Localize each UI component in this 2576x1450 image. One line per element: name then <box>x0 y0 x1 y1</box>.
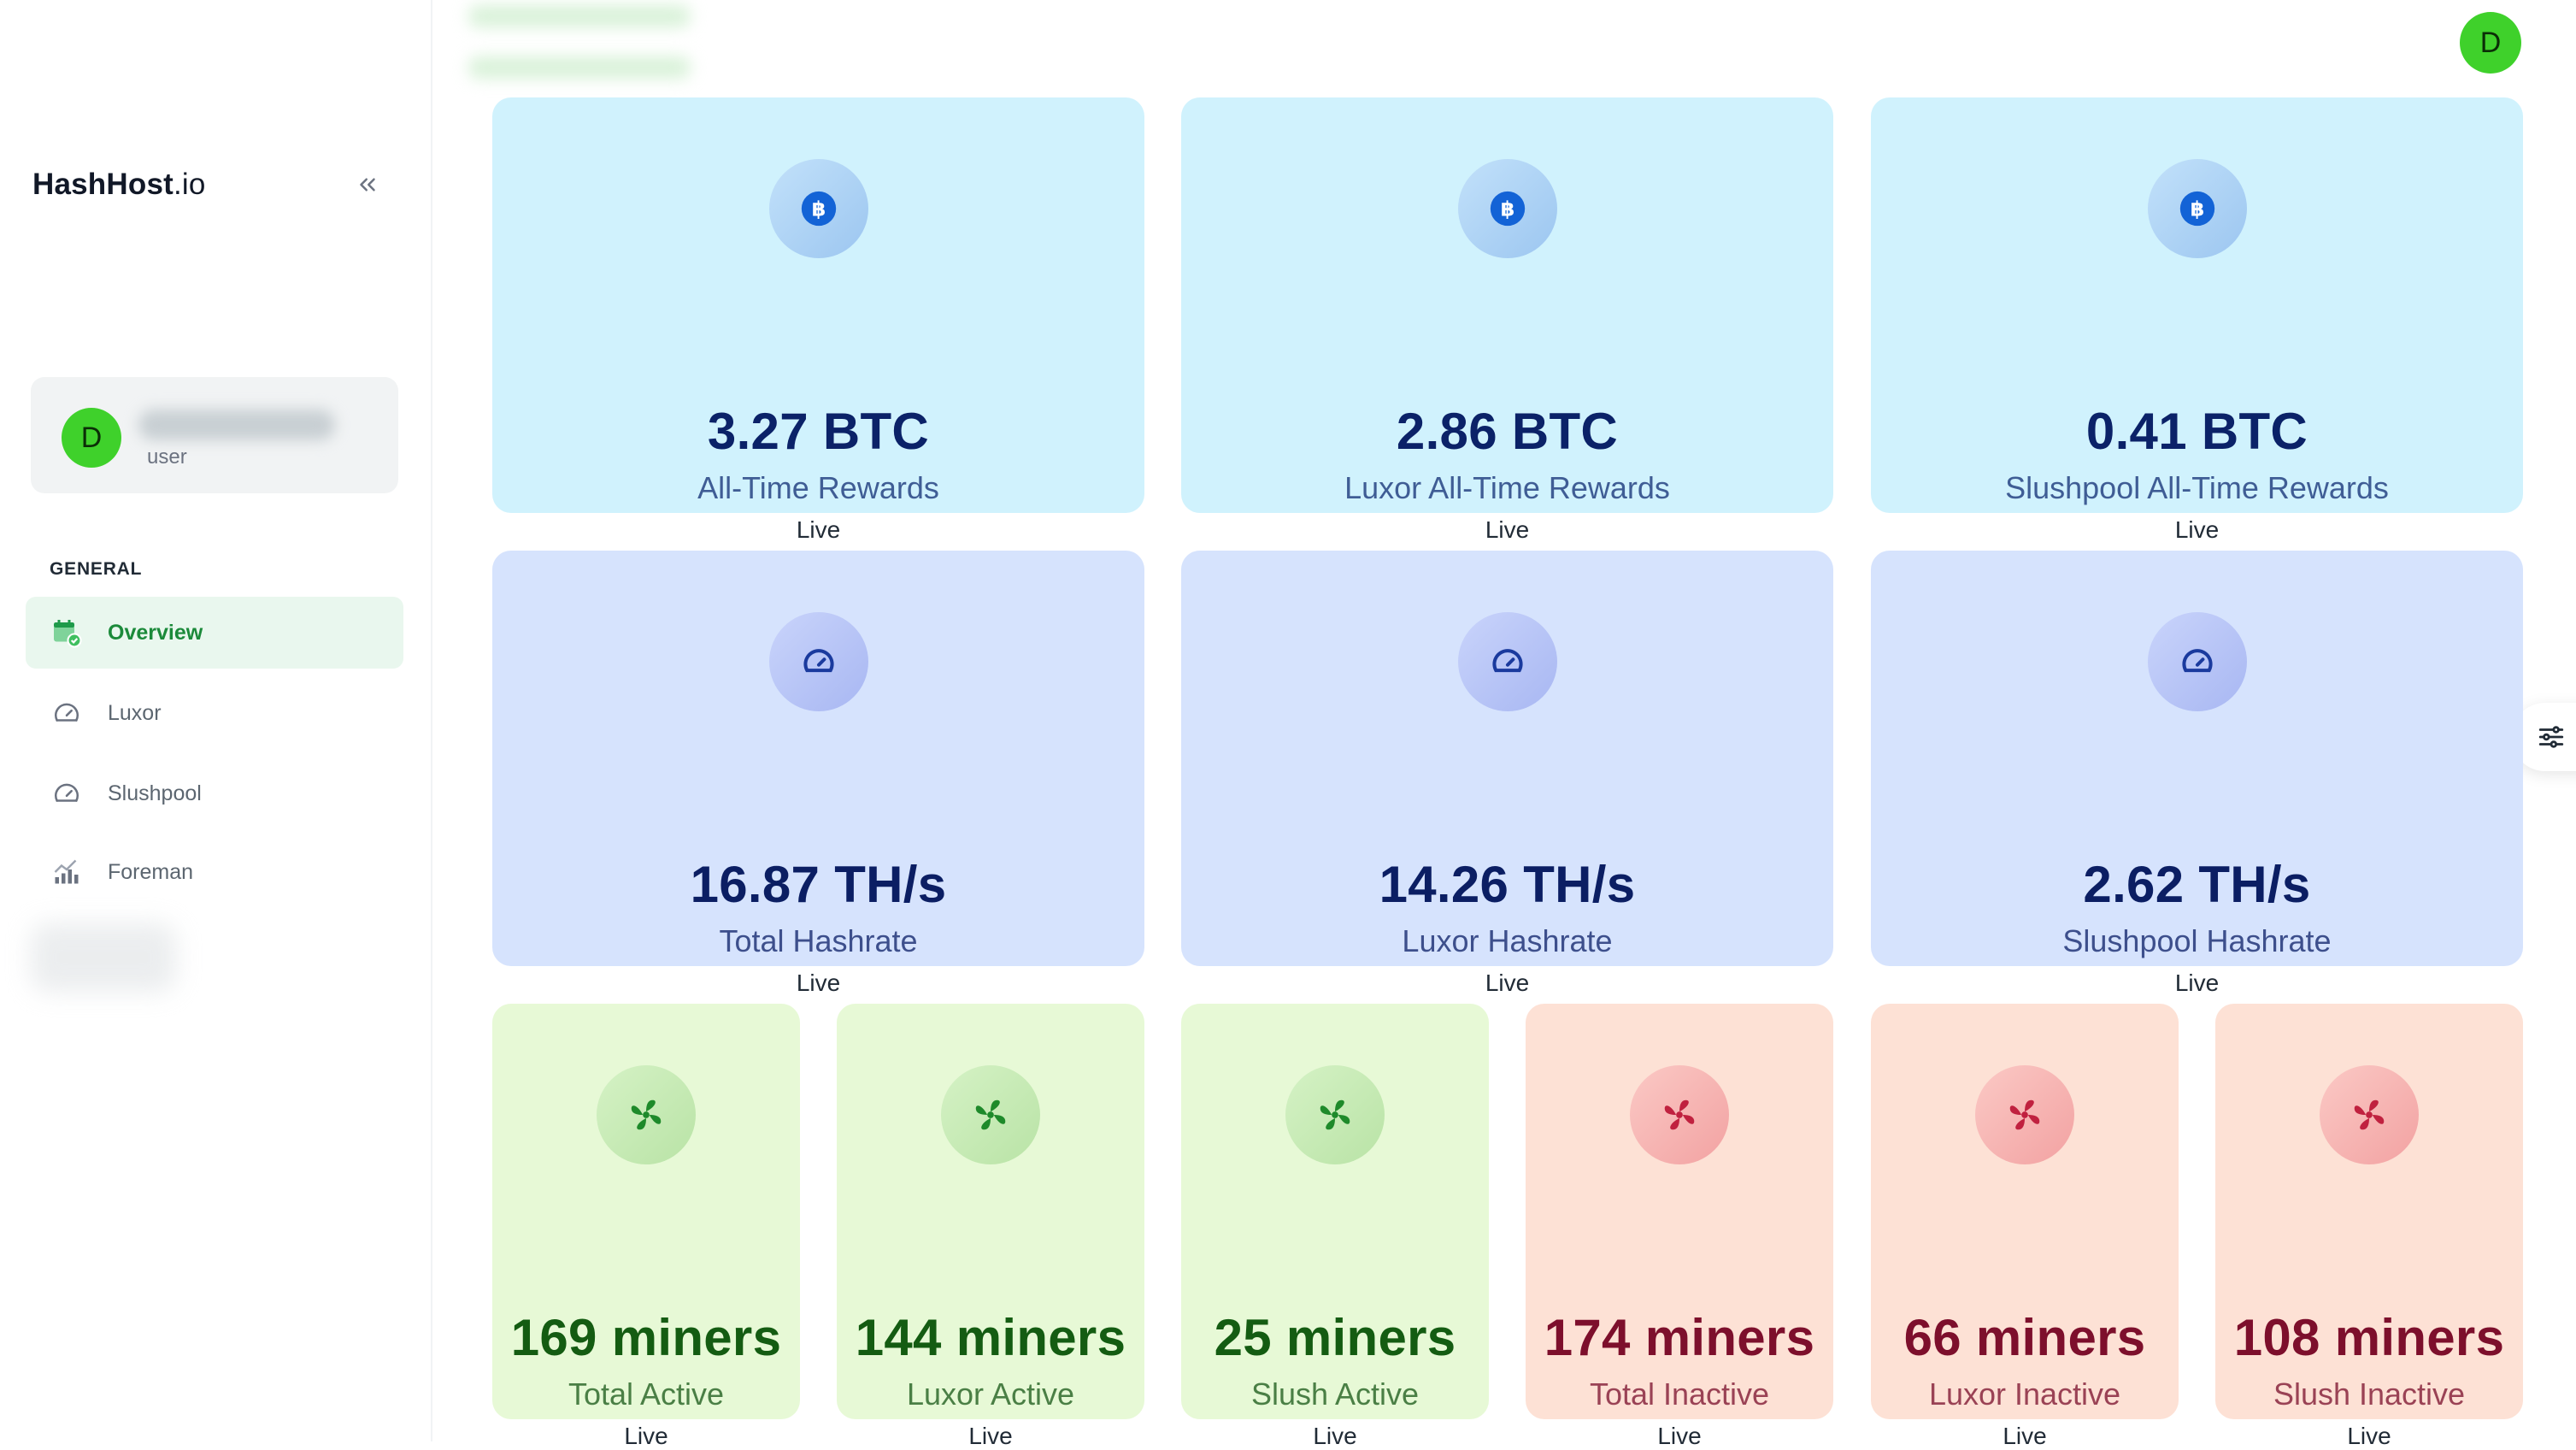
svg-text:฿: ฿ <box>2190 197 2204 221</box>
stat-label: Slushpool Hashrate <box>2062 923 2332 958</box>
stat-value: 25 miners <box>1214 1309 1456 1366</box>
stat-value: 16.87 TH/s <box>690 856 947 913</box>
status-text: Live <box>2174 516 2220 543</box>
stat-card-slush-inactive: 108 miners Slush Inactive Live <box>2215 1004 2523 1449</box>
speedometer-icon <box>50 696 84 730</box>
bitcoin-icon: ฿ <box>1457 159 1557 258</box>
fan-icon <box>1975 1065 2074 1164</box>
svg-text:฿: ฿ <box>1500 197 1514 221</box>
sidebar-item-label: Foreman <box>108 859 194 884</box>
stat-label: Luxor Hashrate <box>1402 923 1613 958</box>
stat-label: Slush Inactive <box>2273 1376 2466 1412</box>
collapse-sidebar-button[interactable] <box>350 168 385 202</box>
fan-icon <box>1630 1065 1729 1164</box>
redacted-breadcrumb <box>468 5 691 27</box>
redacted-nav-item <box>31 923 176 992</box>
sidebar-item-label: Overview <box>108 620 203 645</box>
stat-label: Luxor Inactive <box>1928 1376 2121 1412</box>
app-logo[interactable]: HashHost.io <box>32 168 206 202</box>
user-name-redacted <box>138 410 335 440</box>
stat-card-slushpool-rewards: ฿ 0.41 BTC Slushpool All-Time Rewards Li… <box>1871 97 2523 543</box>
stat-label: All-Time Rewards <box>697 470 939 505</box>
stat-value: 144 miners <box>855 1309 1126 1366</box>
status-text: Live <box>1313 1423 1357 1449</box>
bitcoin-icon: ฿ <box>2147 159 2247 258</box>
stat-label: Total Inactive <box>1589 1376 1770 1412</box>
svg-text:฿: ฿ <box>811 197 826 221</box>
stat-card-luxor-inactive: 66 miners Luxor Inactive Live <box>1871 1004 2179 1449</box>
speedometer-icon <box>1457 612 1557 711</box>
status-text: Live <box>796 970 841 996</box>
sidebar-item-overview[interactable]: Overview <box>26 597 403 669</box>
stat-value: 2.62 TH/s <box>2083 856 2311 913</box>
stat-value: 0.41 BTC <box>2085 403 2308 460</box>
fan-icon <box>597 1065 696 1164</box>
account-avatar-button[interactable]: D <box>2460 12 2521 74</box>
stat-label: Luxor All-Time Rewards <box>1344 470 1670 505</box>
stat-value: 14.26 TH/s <box>1379 856 1636 913</box>
stat-value: 3.27 BTC <box>707 403 930 460</box>
stat-card-luxor-hashrate: 14.26 TH/s Luxor Hashrate Live <box>1181 551 1833 996</box>
speedometer-icon <box>2147 612 2247 711</box>
stat-value: 2.86 BTC <box>1396 403 1619 460</box>
stat-card-total-inactive: 174 miners Total Inactive Live <box>1526 1004 1833 1449</box>
status-text: Live <box>624 1423 668 1449</box>
status-text: Live <box>1485 970 1530 996</box>
sidebar-item-luxor[interactable]: Luxor <box>26 677 403 749</box>
bitcoin-icon: ฿ <box>768 159 868 258</box>
double-chevron-left-icon <box>360 178 375 192</box>
stat-label: Luxor Active <box>906 1376 1075 1412</box>
status-text: Live <box>1657 1423 1702 1449</box>
nav-section-heading: GENERAL <box>50 559 143 579</box>
stat-card-luxor-active: 144 miners Luxor Active Live <box>837 1004 1144 1449</box>
status-text: Live <box>1485 516 1530 543</box>
speedometer-icon <box>50 776 84 810</box>
stat-card-slushpool-hashrate: 2.62 TH/s Slushpool Hashrate Live <box>1871 551 2523 996</box>
stat-value: 108 miners <box>2233 1309 2505 1366</box>
stat-value: 169 miners <box>510 1309 782 1366</box>
avatar: D <box>62 408 121 468</box>
sidebar-item-label: Slushpool <box>108 781 202 805</box>
status-text: Live <box>2174 970 2220 996</box>
sidebar: HashHost.io D user GENERAL Overview Luxo… <box>0 0 432 1441</box>
stat-value: 174 miners <box>1544 1309 1815 1366</box>
stat-card-luxor-rewards: ฿ 2.86 BTC Luxor All-Time Rewards Live <box>1181 97 1833 543</box>
stat-label: Total Active <box>568 1376 725 1412</box>
sidebar-item-label: Luxor <box>108 700 162 725</box>
stat-label: Slushpool All-Time Rewards <box>2005 470 2389 505</box>
stat-value: 66 miners <box>1903 1309 2146 1366</box>
stat-label: Total Hashrate <box>719 923 918 958</box>
sliders-icon <box>2538 726 2564 748</box>
fan-icon <box>2320 1065 2419 1164</box>
redacted-subtitle <box>468 56 691 79</box>
calendar-check-icon <box>50 616 84 650</box>
bar-chart-icon <box>50 855 84 889</box>
sidebar-item-slushpool[interactable]: Slushpool <box>26 757 403 829</box>
status-text: Live <box>2003 1423 2047 1449</box>
speedometer-icon <box>768 612 868 711</box>
status-text: Live <box>796 516 841 543</box>
status-text: Live <box>2347 1423 2391 1449</box>
user-role: user <box>147 445 187 469</box>
stat-card-total-hashrate: 16.87 TH/s Total Hashrate Live <box>492 551 1144 996</box>
stat-label: Slush Active <box>1250 1376 1420 1412</box>
stat-card-slush-active: 25 miners Slush Active Live <box>1181 1004 1489 1449</box>
status-text: Live <box>968 1423 1013 1449</box>
fan-icon <box>941 1065 1040 1164</box>
stat-card-total-active: 169 miners Total Active Live <box>492 1004 800 1449</box>
user-account-card[interactable]: D user <box>31 377 398 493</box>
sidebar-item-foreman[interactable]: Foreman <box>26 836 403 908</box>
fan-icon <box>1285 1065 1385 1164</box>
stat-card-all-time-rewards: ฿ 3.27 BTC All-Time Rewards Live <box>492 97 1144 543</box>
